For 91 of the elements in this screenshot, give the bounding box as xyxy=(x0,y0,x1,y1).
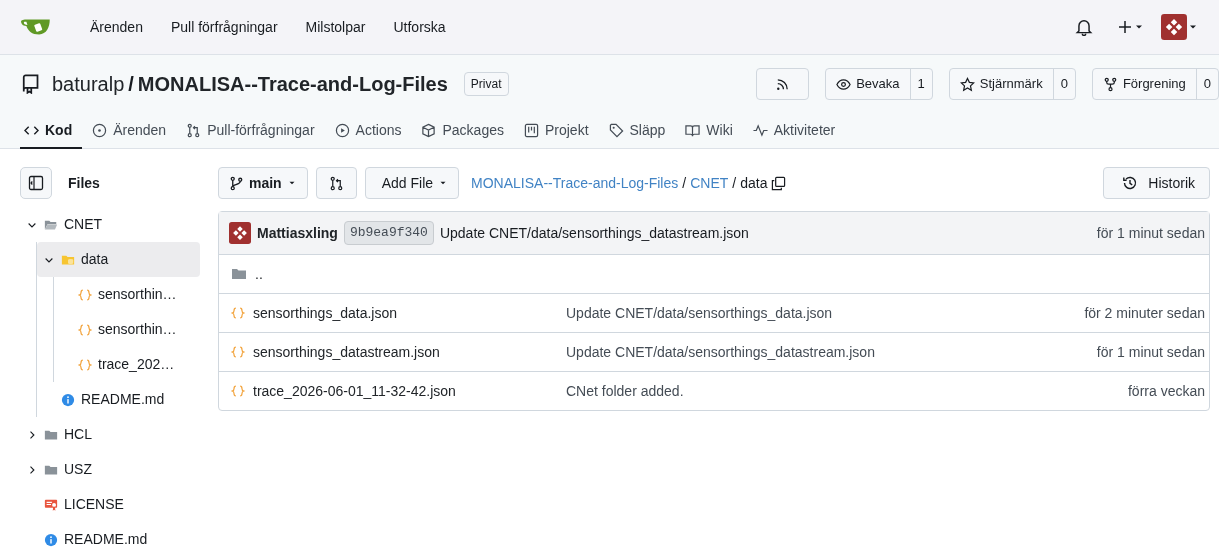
avatar-icon[interactable] xyxy=(1161,14,1187,40)
counter[interactable]: 1 xyxy=(909,69,932,99)
commit-time: för 1 minut sedan xyxy=(1096,342,1205,362)
fork-button[interactable]: Förgrening xyxy=(1092,69,1196,99)
info-icon xyxy=(61,392,75,407)
file-tree-item[interactable]: HCL xyxy=(20,417,200,452)
path-separator: / xyxy=(128,72,134,97)
board-icon xyxy=(523,122,539,138)
breadcrumb-current: data xyxy=(740,173,768,193)
star-icon xyxy=(959,76,975,92)
braces-icon xyxy=(78,357,92,372)
fork-icon xyxy=(1102,76,1118,92)
file-link[interactable]: sensorthings_data.json xyxy=(253,302,397,324)
commit-sha[interactable]: 9b9ea9f340 xyxy=(343,221,434,245)
branch-icon xyxy=(229,175,244,191)
commit-time: för 2 minuter sedan xyxy=(1084,303,1205,323)
circle-dot-icon xyxy=(92,122,108,138)
repo-tab[interactable]: Släpp xyxy=(598,113,676,149)
repo-tab[interactable]: Kod xyxy=(20,113,83,149)
sidebar-toggle-button[interactable] xyxy=(20,167,52,199)
add-file-dropdown[interactable]: Add File xyxy=(364,167,460,199)
repo-tab[interactable]: Actions xyxy=(324,113,412,149)
repo-tab[interactable]: Aktiviteter xyxy=(742,113,846,149)
braces-icon xyxy=(231,345,245,359)
repo-owner-link[interactable]: baturalp xyxy=(52,69,125,99)
sidebar-title: Files xyxy=(68,173,100,193)
history-icon xyxy=(1122,175,1139,191)
nav-link[interactable]: Milstolpar xyxy=(291,16,380,38)
counter[interactable]: 0 xyxy=(1052,69,1075,99)
certificate-icon xyxy=(44,497,58,512)
avatar-icon[interactable] xyxy=(229,222,251,244)
commit-time: för 1 minut sedan xyxy=(1096,223,1205,243)
package-icon xyxy=(421,122,437,138)
braces-icon xyxy=(78,287,92,302)
pull-request-icon xyxy=(186,122,202,138)
file-tree-item[interactable]: trace_202… xyxy=(54,347,200,382)
breadcrumb-link[interactable]: CNET xyxy=(690,172,729,194)
tag-icon xyxy=(608,122,624,138)
compare-button[interactable] xyxy=(315,167,357,199)
repo-tab[interactable]: Projekt xyxy=(513,113,599,149)
file-tree-item[interactable]: sensorthin… xyxy=(54,277,200,312)
breadcrumb-separator: / xyxy=(732,173,737,193)
file-tree-item[interactable]: README.md xyxy=(20,522,200,554)
file-tree-item[interactable]: CNET xyxy=(20,207,200,242)
commit-time: förra veckan xyxy=(1127,381,1205,401)
nav-link[interactable]: Pull förfrågningar xyxy=(156,16,292,38)
visibility-badge: Privat xyxy=(463,72,509,96)
repo-name-link[interactable]: MONALISA--Trace-and-Log-Files xyxy=(137,69,448,99)
file-tree-item[interactable]: USZ xyxy=(20,452,200,487)
commit-author-link[interactable]: Mattiasxling xyxy=(257,222,338,244)
pull-request-icon xyxy=(328,175,344,191)
repo-tab[interactable]: Wiki xyxy=(675,113,743,149)
plus-icon xyxy=(1117,19,1133,35)
nav-link[interactable]: Ärenden xyxy=(76,16,157,38)
play-icon xyxy=(334,122,350,138)
star-button[interactable]: Stjärnmärk xyxy=(949,69,1053,99)
branch-dropdown[interactable]: main xyxy=(218,167,308,199)
copy-icon[interactable] xyxy=(771,175,787,191)
file-link[interactable]: trace_2026-06-01_11-32-42.json xyxy=(253,380,456,402)
info-icon xyxy=(44,532,58,547)
notification-icon[interactable] xyxy=(1075,18,1093,36)
watch-button[interactable]: Bevaka xyxy=(826,69,910,99)
folder-icon xyxy=(231,266,247,282)
breadcrumb-link[interactable]: MONALISA--Trace-and-Log-Files xyxy=(471,172,679,194)
nav-link[interactable]: Utforska xyxy=(379,16,460,38)
repo-tab[interactable]: Packages xyxy=(411,113,514,149)
book-icon xyxy=(685,122,701,138)
repo-tab[interactable]: Ärenden xyxy=(82,113,177,149)
braces-icon xyxy=(231,384,245,398)
breadcrumb-separator: / xyxy=(682,173,687,193)
file-link[interactable]: sensorthings_datastream.json xyxy=(253,341,440,363)
braces-icon xyxy=(78,322,92,337)
rss-icon xyxy=(775,76,791,92)
file-tree-item[interactable]: LICENSE xyxy=(20,487,200,522)
pulse-icon xyxy=(752,122,768,138)
commit-message: Update CNET/data/sensorthings_datastream.json xyxy=(566,342,876,362)
repo-icon xyxy=(20,74,40,94)
file-tree-item[interactable]: data xyxy=(37,242,200,277)
eye-icon xyxy=(836,76,852,92)
rss-button[interactable] xyxy=(756,68,810,100)
file-tree-item[interactable]: sensorthin… xyxy=(54,312,200,347)
commit-message: Update CNET/data/sensorthings_datastream.json xyxy=(439,223,750,243)
parent-link[interactable]: .. xyxy=(255,263,263,285)
commit-message: Update CNET/data/sensorthings_data.json xyxy=(566,303,834,323)
braces-icon xyxy=(231,306,245,320)
commit-message: CNet folder added. xyxy=(566,381,685,401)
file-tree-item[interactable]: README.md xyxy=(37,382,200,417)
sidebar-icon xyxy=(28,175,44,191)
history-button[interactable]: Historik xyxy=(1103,167,1210,199)
repo-tab[interactable]: Pull-förfrågningar xyxy=(176,113,325,149)
counter[interactable]: 0 xyxy=(1195,69,1218,99)
